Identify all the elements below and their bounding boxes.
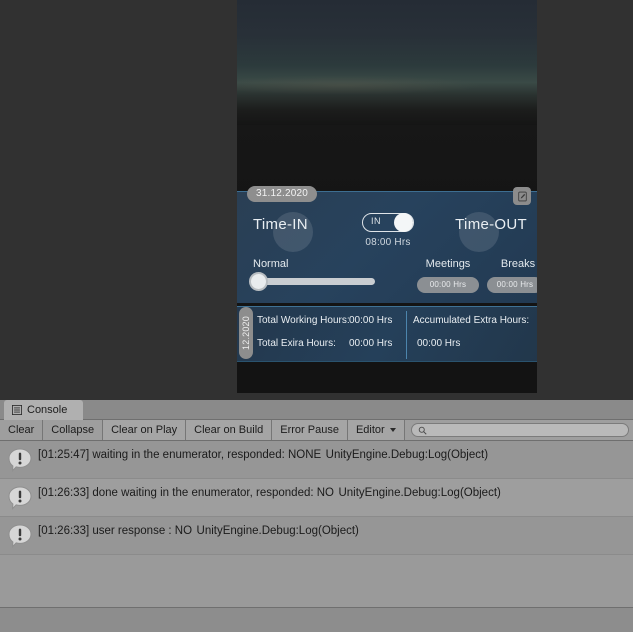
log-message: [01:26:33] done waiting in the enumerato… [38,487,335,499]
in-out-toggle-group: IN 08:00 Hrs [335,213,441,248]
summary-left-column: Total Working Hours: 00:00 Hrs Total Exi… [257,315,405,361]
search-input[interactable] [410,423,629,437]
toggle-knob[interactable] [394,213,413,232]
log-source: UnityEngine.Debug:Log(Object) [338,487,501,499]
console-toolbar: Clear Collapse Clear on Play Clear on Bu… [0,420,633,441]
console-window: Console Clear Collapse Clear on Play Cle… [0,400,633,632]
sky-gradient [237,0,537,125]
log-message: [01:26:33] user response : NO [38,525,193,537]
log-source: UnityEngine.Debug:Log(Object) [325,449,489,461]
summary-date-badge: 12.2020 [239,307,253,359]
breaks-value[interactable]: 00:00 Hrs [487,277,537,293]
edit-pencil-icon[interactable] [513,187,531,205]
log-info-icon [6,522,34,550]
log-entry-text: [01:26:33] done waiting in the enumerato… [38,482,501,501]
total-extra-hours-label: Total Exira Hours: [257,338,336,349]
console-search-area [404,420,633,440]
error-pause-button[interactable]: Error Pause [272,420,348,440]
table-row[interactable]: [01:25:47] waiting in the enumerator, re… [0,441,633,479]
table-row[interactable]: [01:26:33] done waiting in the enumerato… [0,479,633,517]
tab-console[interactable]: Console [4,400,84,420]
console-list-icon [12,405,22,415]
summary-divider [406,311,407,359]
total-working-hours-row: Total Working Hours: 00:00 Hrs [257,315,405,326]
total-working-hours-value: 00:00 Hrs [349,315,393,326]
total-extra-hours-row: Total Exira Hours: 00:00 Hrs [257,338,405,349]
clear-on-build-button[interactable]: Clear on Build [186,420,273,440]
collapse-button[interactable]: Collapse [43,420,104,440]
toggle-state-label: IN [371,216,381,226]
total-extra-hours-value: 00:00 Hrs [349,338,393,349]
meetings-title: Meetings [425,258,471,270]
console-log-list[interactable]: [01:25:47] waiting in the enumerator, re… [0,441,633,607]
accumulated-extra-hours-label: Accumulated Extra Hours: [413,315,530,326]
console-detail-pane [0,608,633,631]
game-view-surround: 31.12.2020 Time-IN Time-OUT IN 08:00 Hrs… [0,0,633,400]
log-entry-text: [01:25:47] waiting in the enumerator, re… [38,444,488,463]
search-icon [418,426,427,435]
unity-editor-window: 31.12.2020 Time-IN Time-OUT IN 08:00 Hrs… [0,0,633,632]
log-entry-text: [01:26:33] user response : NO UnityEngin… [38,520,359,539]
summary-date-text: 12.2020 [241,316,251,350]
breaks-group: Breaks 00:00 Hrs [487,258,537,293]
log-info-icon [6,446,34,474]
chevron-down-icon [389,428,396,432]
table-row[interactable]: [01:26:33] user response : NO UnityEngin… [0,517,633,555]
console-tabbar: Console [0,400,633,420]
in-out-toggle[interactable]: IN [362,213,414,232]
horizon-glow [237,72,537,98]
log-info-icon [6,484,34,512]
editor-dropdown[interactable]: Editor [347,420,405,440]
time-out-button[interactable]: Time-OUT [455,216,527,233]
time-in-button[interactable]: Time-IN [253,216,308,233]
total-working-hours-label: Total Working Hours: [257,315,350,326]
editor-dropdown-label: Editor [355,424,385,436]
slider-label-normal: Normal [253,258,289,270]
log-source: UnityEngine.Debug:Log(Object) [196,525,359,537]
tab-console-label: Console [27,404,68,416]
breaks-title: Breaks [500,258,536,270]
shift-hours-label: 08:00 Hrs [365,237,411,248]
meetings-value[interactable]: 00:00 Hrs [417,277,479,293]
summary-card: 12.2020 Total Working Hours: 00:00 Hrs T… [237,306,537,362]
timesheet-card: 31.12.2020 Time-IN Time-OUT IN 08:00 Hrs… [237,186,537,303]
game-view-render[interactable]: 31.12.2020 Time-IN Time-OUT IN 08:00 Hrs… [237,0,537,393]
slider-handle[interactable] [249,272,268,291]
accumulated-extra-hours-value: 00:00 Hrs [417,338,461,349]
date-badge: 31.12.2020 [247,186,318,202]
summary-right-column: Accumulated Extra Hours: 00:00 Hrs [413,315,535,349]
log-message: [01:25:47] waiting in the enumerator, re… [38,449,322,461]
clear-button[interactable]: Clear [0,420,44,440]
console-log-empty-area [0,555,633,607]
meetings-group: Meetings 00:00 Hrs [417,258,479,293]
clear-on-play-button[interactable]: Clear on Play [103,420,187,440]
normal-slider[interactable] [249,272,375,291]
